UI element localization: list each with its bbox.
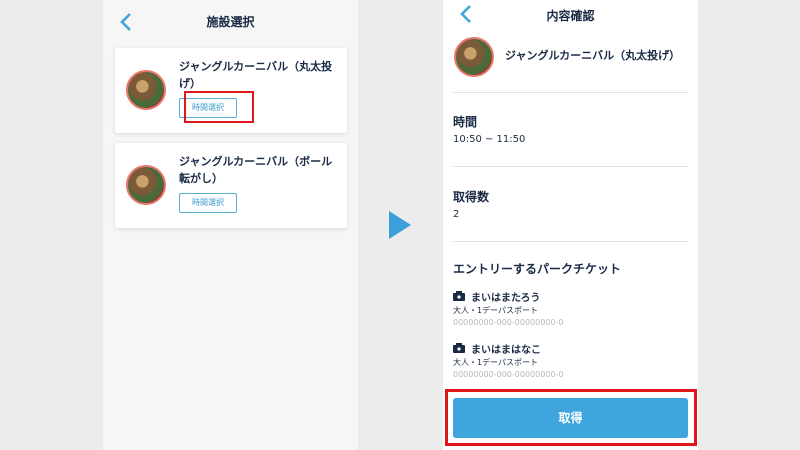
ticket-holder-name: まいはまはなこ: [471, 345, 541, 356]
top-bar: 施設選択: [103, 0, 358, 44]
tickets-label: エントリーするパークチケット: [453, 262, 622, 276]
next-arrow-icon: [389, 211, 411, 239]
facility-card[interactable]: ジャングルカーニバル（ボール転がし） 時間選択: [115, 143, 347, 228]
divider: [453, 241, 688, 242]
time-value: 10:50 ~ 11:50: [453, 134, 526, 145]
time-select-button[interactable]: 時間選択: [179, 193, 237, 213]
ticket-type: 大人・1デーパスポート: [453, 306, 539, 315]
facility-name: ジャングルカーニバル（ボール転がし）: [179, 155, 333, 185]
time-label: 時間: [453, 115, 478, 129]
ticket-type: 大人・1デーパスポート: [453, 358, 539, 367]
ticket-id: 00000000-000-00000000-0: [453, 318, 564, 327]
count-label: 取得数: [453, 190, 490, 204]
ticket-icon: [453, 343, 465, 353]
ticket-icon: [453, 291, 465, 301]
divider: [453, 92, 688, 93]
tutorial-stage: 施設選択 ジャングルカーニバル（丸太投げ） 時間選択 ジャングルカーニバル（ボー…: [0, 0, 800, 450]
facility-name: ジャングルカーニバル（丸太投げ）: [179, 60, 333, 90]
ticket-holder-name: まいはまたろう: [471, 293, 541, 304]
obtain-button[interactable]: 取得: [453, 398, 688, 438]
attraction-name: ジャングルカーニバル（丸太投げ）: [505, 49, 681, 62]
count-value: 2: [453, 209, 460, 220]
attraction-thumbnail: [126, 70, 166, 110]
page-title: 内容確認: [546, 9, 595, 23]
attraction-header: ジャングルカーニバル（丸太投げ）: [443, 30, 698, 90]
confirm-screen: 内容確認 ジャングルカーニバル（丸太投げ） 時間 10:50 ~ 11:50 取…: [443, 0, 698, 450]
attraction-thumbnail: [454, 37, 494, 77]
divider: [453, 166, 688, 167]
attraction-thumbnail: [126, 165, 166, 205]
ticket-id: 00000000-000-00000000-0: [453, 370, 564, 379]
page-title: 施設選択: [206, 15, 255, 29]
facility-select-screen: 施設選択 ジャングルカーニバル（丸太投げ） 時間選択 ジャングルカーニバル（ボー…: [103, 0, 358, 450]
highlight-box: [184, 91, 254, 123]
facility-card[interactable]: ジャングルカーニバル（丸太投げ） 時間選択: [115, 48, 347, 133]
